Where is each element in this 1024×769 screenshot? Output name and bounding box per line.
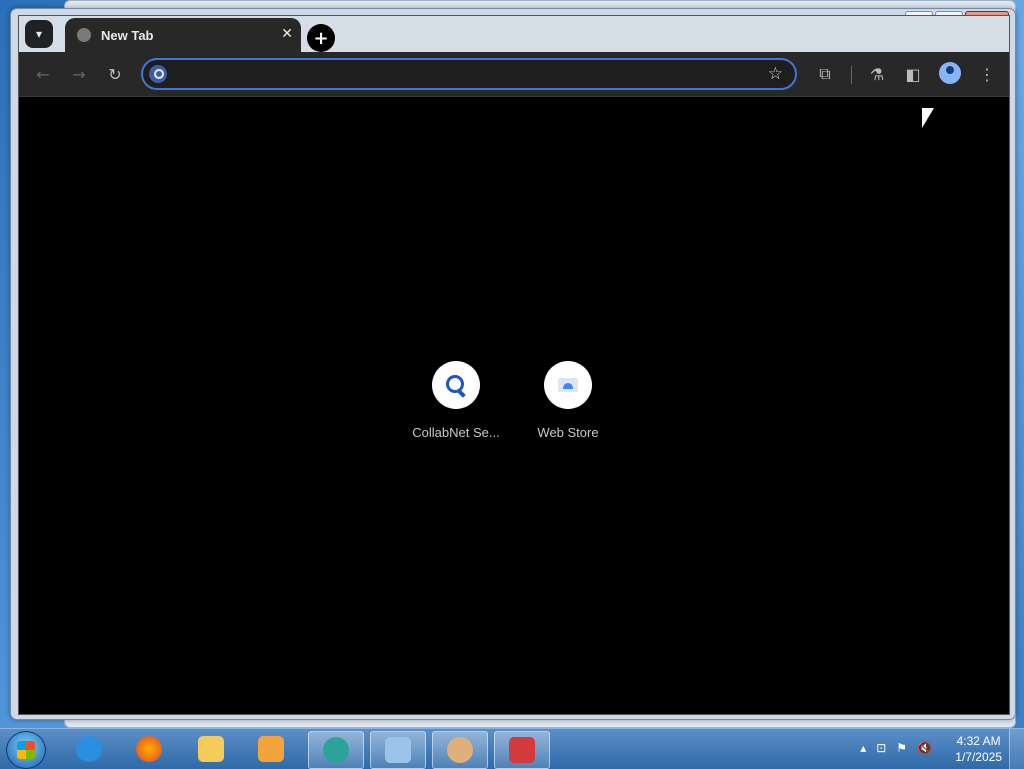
tab-search-button[interactable]: ▾ bbox=[25, 20, 53, 48]
side-panel-icon[interactable]: ◧ bbox=[901, 62, 925, 86]
action-center-flag-icon[interactable]: ⚑ bbox=[896, 741, 907, 755]
media-player-taskbar-item[interactable] bbox=[244, 731, 298, 767]
internet-explorer-icon bbox=[76, 736, 102, 762]
forward-button[interactable]: → bbox=[67, 62, 91, 86]
tab-new-tab[interactable]: New Tab ✕ bbox=[65, 18, 301, 52]
profile-avatar-icon[interactable] bbox=[939, 62, 961, 84]
tab-strip: ▾ New Tab ✕ + bbox=[19, 16, 1009, 52]
firefox-taskbar-item[interactable] bbox=[122, 731, 176, 767]
back-button[interactable]: ← bbox=[31, 62, 55, 86]
toolbar-divider bbox=[851, 66, 852, 84]
bookmark-star-icon[interactable]: ☆ bbox=[768, 64, 783, 84]
address-bar[interactable]: ☆ bbox=[141, 58, 797, 90]
shortcut-icon-tile bbox=[544, 361, 592, 409]
firefox-icon bbox=[136, 736, 162, 762]
control-panel-icon bbox=[385, 737, 411, 763]
file-explorer-taskbar-item[interactable] bbox=[184, 731, 238, 767]
shortcut-collabnet[interactable]: CollabNet Se... bbox=[400, 361, 512, 440]
volume-muted-icon[interactable]: 🔇 bbox=[917, 741, 932, 755]
show-desktop-button[interactable] bbox=[1009, 729, 1024, 769]
tab-title: New Tab bbox=[101, 28, 154, 43]
new-tab-page: CollabNet Se... Web Store bbox=[19, 97, 1009, 714]
extensions-icon[interactable]: ⧉ bbox=[813, 62, 837, 86]
search-icon bbox=[445, 374, 467, 398]
user-accounts-taskbar-item[interactable] bbox=[432, 731, 488, 769]
shortcut-web-store[interactable]: Web Store bbox=[512, 361, 624, 440]
shortcut-label: Web Store bbox=[537, 425, 599, 440]
globe-icon bbox=[77, 28, 91, 42]
taskbar: ▴ ⊡ ⚑ 🔇 4:32 AM 1/7/2025 bbox=[0, 728, 1024, 769]
system-tray: ▴ ⊡ ⚑ 🔇 bbox=[860, 741, 932, 755]
labs-flask-icon[interactable]: ⚗ bbox=[865, 62, 889, 86]
toolbox-icon bbox=[509, 737, 535, 763]
toolbox-taskbar-item[interactable] bbox=[494, 731, 550, 769]
menu-kebab-icon[interactable]: ⋮ bbox=[975, 62, 999, 86]
users-icon bbox=[447, 737, 473, 763]
active-app-taskbar-item[interactable] bbox=[308, 731, 364, 769]
internet-explorer-taskbar-item[interactable] bbox=[62, 731, 116, 767]
start-button[interactable] bbox=[6, 731, 46, 769]
network-icon[interactable]: ⊡ bbox=[876, 741, 886, 755]
clock[interactable]: 4:32 AM 1/7/2025 bbox=[955, 733, 1002, 765]
search-icon bbox=[149, 65, 167, 83]
chevron-down-icon: ▾ bbox=[35, 27, 43, 41]
omnibox-input[interactable] bbox=[173, 63, 757, 87]
new-tab-button[interactable]: + bbox=[307, 24, 335, 52]
clock-date: 1/7/2025 bbox=[955, 750, 1002, 764]
close-tab-icon[interactable]: ✕ bbox=[281, 26, 293, 42]
browser-toolbar: ← → ↻ ☆ ⧉ ⚗ ◧ ⋮ bbox=[19, 52, 1009, 97]
folder-icon bbox=[198, 736, 224, 762]
mouse-pointer-icon bbox=[922, 108, 934, 128]
shortcut-icon-tile bbox=[432, 361, 480, 409]
media-player-icon bbox=[258, 736, 284, 762]
clock-time: 4:32 AM bbox=[956, 734, 1001, 748]
reload-button[interactable]: ↻ bbox=[103, 62, 127, 86]
shortcut-label: CollabNet Se... bbox=[412, 425, 500, 440]
chrome-browser: ▾ New Tab ✕ + ← → ↻ ☆ ⧉ ⚗ ◧ ⋮ CollabNet … bbox=[18, 15, 1010, 715]
show-hidden-icons-icon[interactable]: ▴ bbox=[860, 741, 866, 755]
app-icon bbox=[323, 737, 349, 763]
windows-logo-icon bbox=[17, 741, 35, 759]
web-store-icon bbox=[558, 378, 578, 392]
browser-window: – □ ✕ ▾ New Tab ✕ + ← → ↻ ☆ ⧉ ⚗ ◧ bbox=[10, 8, 1016, 720]
plus-icon: + bbox=[313, 27, 329, 49]
control-panel-taskbar-item[interactable] bbox=[370, 731, 426, 769]
